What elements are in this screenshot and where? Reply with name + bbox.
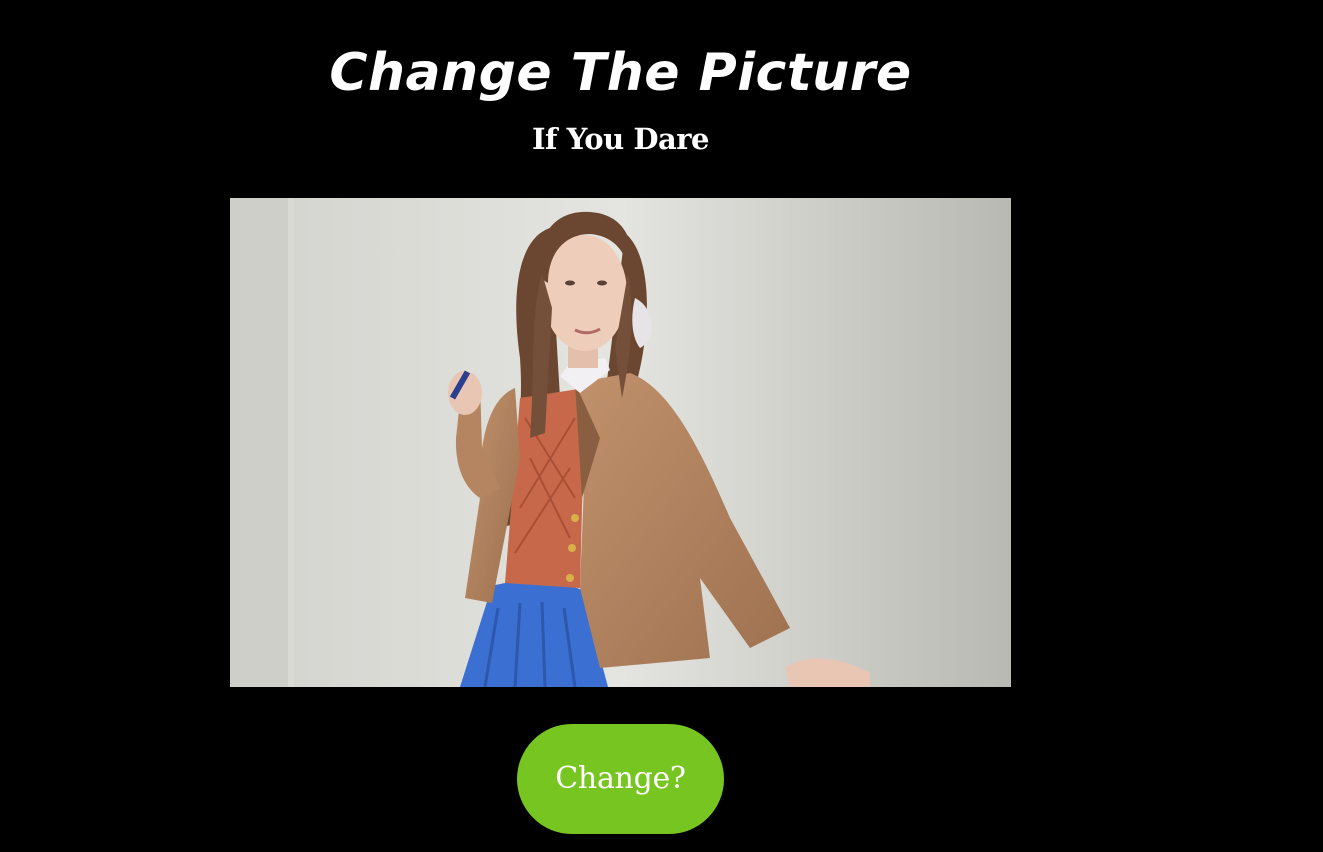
- change-button[interactable]: Change?: [517, 724, 724, 834]
- page-subtitle: If You Dare: [531, 122, 710, 156]
- page: Change The Picture If You Dare Change?: [0, 0, 1323, 852]
- picture-illustration: [230, 198, 1011, 687]
- picture: [230, 198, 1011, 687]
- page-title: Change The Picture: [329, 43, 912, 103]
